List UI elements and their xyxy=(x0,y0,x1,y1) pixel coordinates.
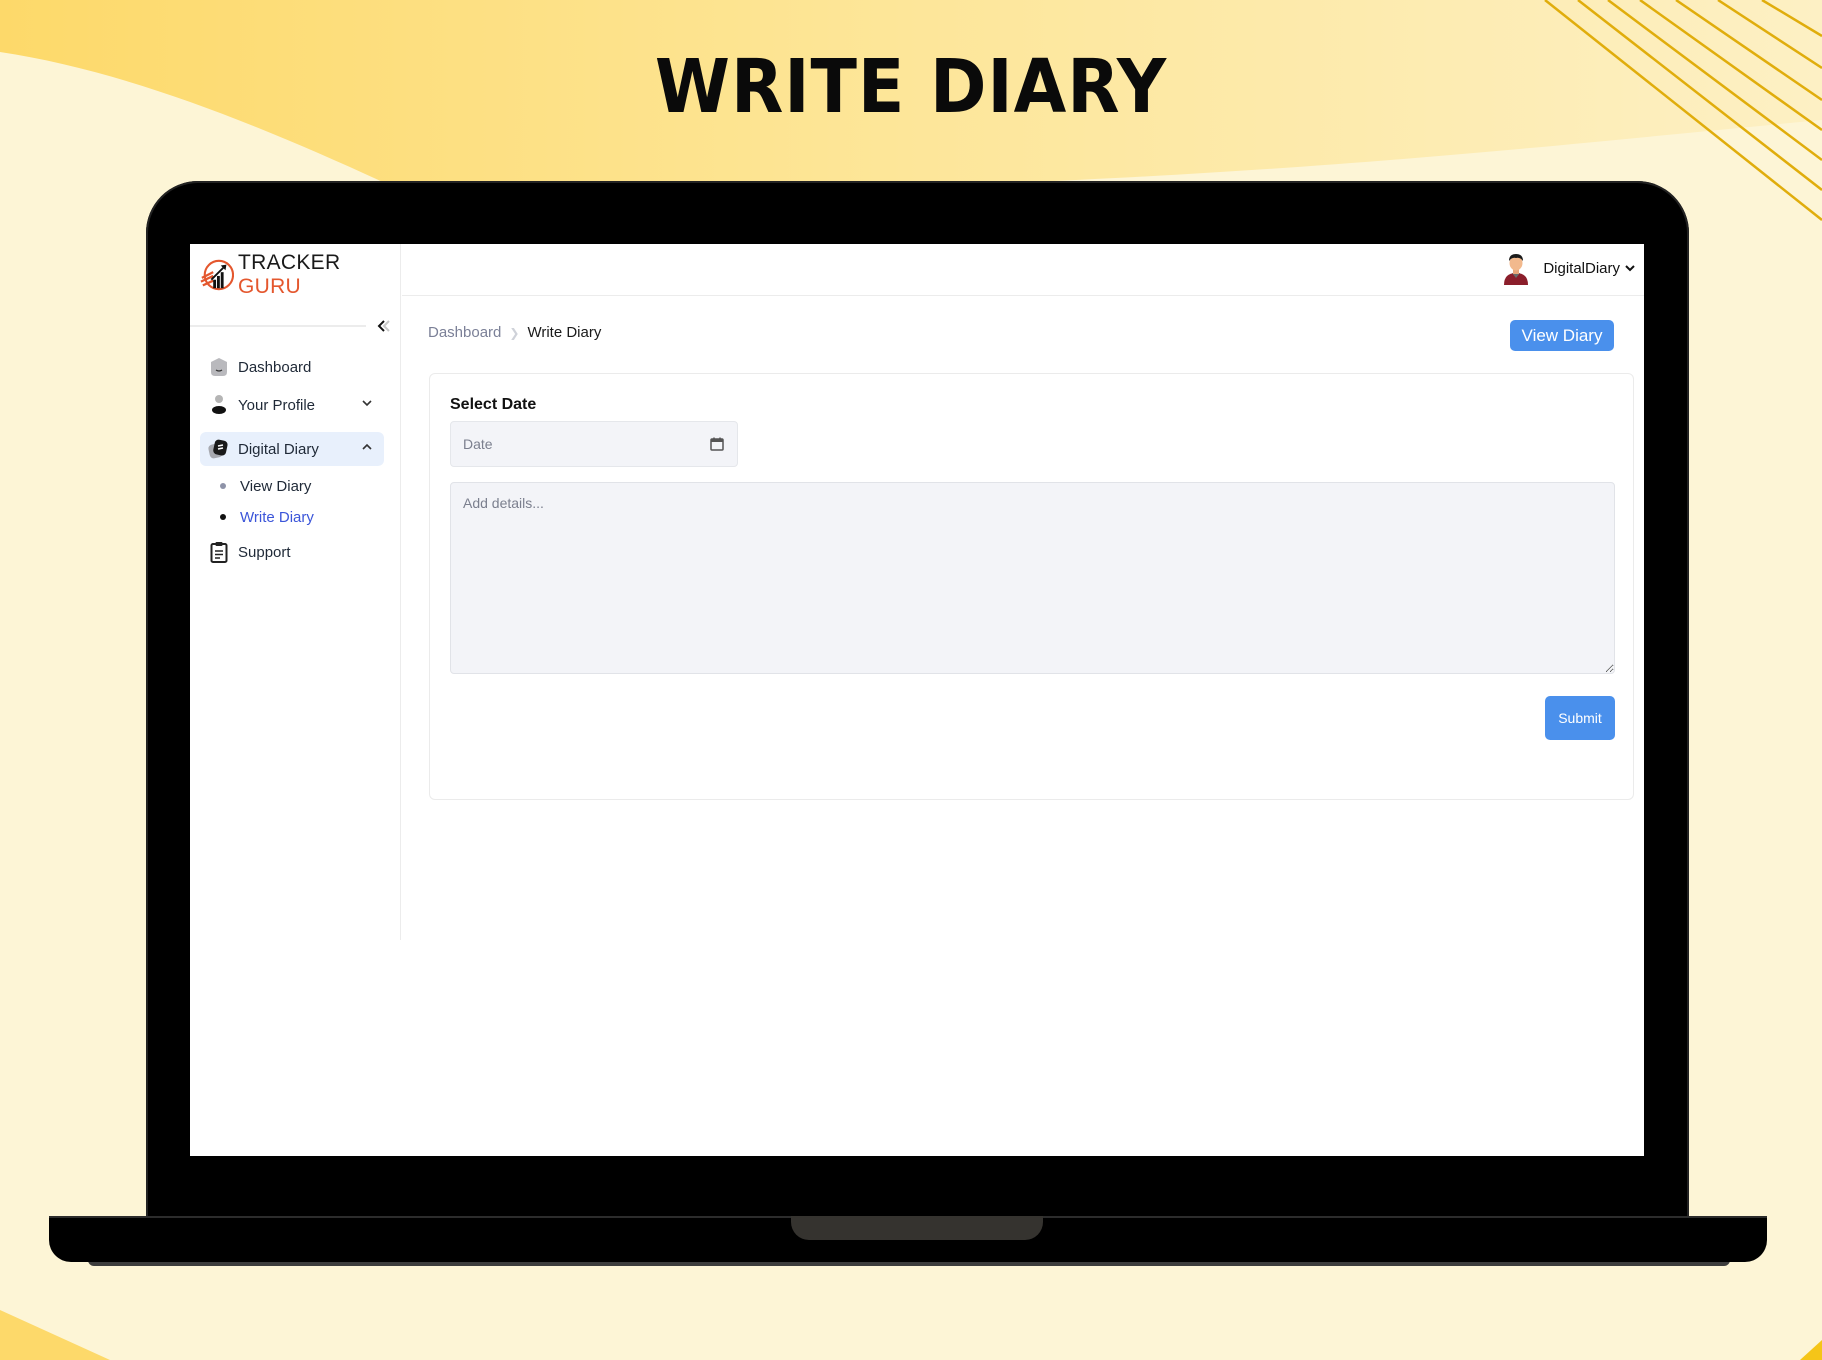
laptop-screen: TRACKER GURU Dashboard Your Profile Digi… xyxy=(190,244,1644,1156)
date-input[interactable]: Date xyxy=(450,421,738,467)
chevrons-left-icon xyxy=(377,320,390,332)
breadcrumb-current: Write Diary xyxy=(527,324,602,341)
sidebar-item-support[interactable]: Support xyxy=(200,535,384,569)
chevron-down-icon xyxy=(1625,265,1635,272)
breadcrumb-separator-icon: ❯ xyxy=(509,325,520,340)
user-name: DigitalDiary xyxy=(1543,259,1620,277)
sidebar-subitem-label: View Diary xyxy=(240,477,312,495)
sidebar-subitem-write-diary[interactable]: Write Diary xyxy=(220,504,314,530)
sidebar-divider xyxy=(190,325,366,327)
write-diary-card: Select Date Date Submit xyxy=(429,373,1634,800)
sidebar-item-label: Dashboard xyxy=(238,358,312,376)
chevron-down-icon xyxy=(362,400,372,407)
sidebar-subitem-label: Write Diary xyxy=(240,508,314,526)
sidebar-subitem-view-diary[interactable]: View Diary xyxy=(220,473,311,499)
sidebar-collapse-button[interactable] xyxy=(373,315,395,337)
logo-chart-icon xyxy=(200,259,234,291)
sidebar-item-dashboard[interactable]: Dashboard xyxy=(200,350,384,384)
calendar-icon[interactable] xyxy=(709,436,725,452)
logo-word-guru: GURU xyxy=(237,275,302,298)
sidebar-item-label: Support xyxy=(238,543,291,561)
view-diary-button[interactable]: View Diary xyxy=(1510,320,1614,351)
chevron-up-icon xyxy=(362,443,372,450)
promo-title: WRITE DIARY xyxy=(654,44,1168,130)
sidebar-item-digital-diary[interactable]: Digital Diary xyxy=(200,432,384,466)
top-bar: DigitalDiary xyxy=(402,244,1644,296)
breadcrumb-dashboard-link[interactable]: Dashboard xyxy=(428,324,501,341)
sidebar-item-your-profile[interactable]: Your Profile xyxy=(200,388,384,422)
app-logo[interactable]: TRACKER GURU xyxy=(200,251,400,298)
details-textarea[interactable] xyxy=(450,482,1615,674)
logo-word-tracker: TRACKER xyxy=(237,251,341,274)
breadcrumb: Dashboard ❯ Write Diary xyxy=(428,324,601,341)
user-avatar xyxy=(1504,254,1529,285)
sidebar-item-label: Your Profile xyxy=(238,396,315,414)
submit-button[interactable]: Submit xyxy=(1545,696,1615,740)
person-icon xyxy=(208,394,230,416)
laptop-notch xyxy=(791,1216,1043,1240)
select-date-label: Select Date xyxy=(450,396,537,413)
bullet-icon xyxy=(220,483,226,489)
user-menu[interactable]: DigitalDiary xyxy=(1501,250,1636,286)
bullet-icon xyxy=(220,514,226,520)
date-placeholder: Date xyxy=(463,436,493,452)
clipboard-icon xyxy=(208,541,230,563)
diary-icon xyxy=(208,438,230,460)
dashboard-icon xyxy=(208,356,230,378)
sidebar-item-label: Digital Diary xyxy=(238,440,319,458)
sidebar: TRACKER GURU Dashboard Your Profile Digi… xyxy=(190,244,401,940)
